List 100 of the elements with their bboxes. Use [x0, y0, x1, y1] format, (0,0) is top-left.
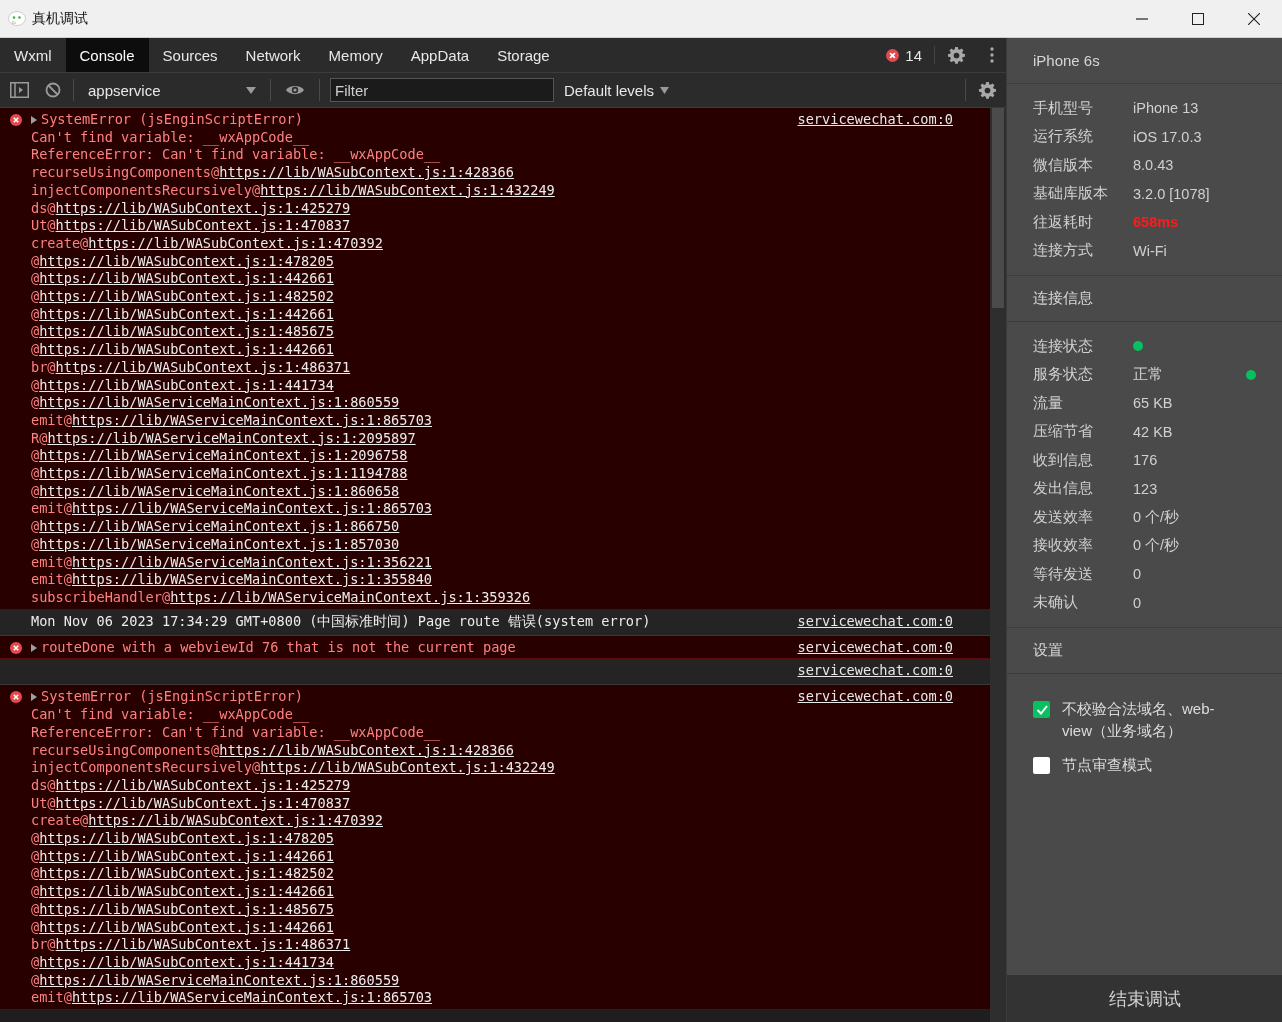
stack-link[interactable]: https://lib/WASubContext.js:1:432249: [260, 181, 555, 200]
stack-link[interactable]: https://lib/WASubContext.js:1:470392: [88, 234, 383, 253]
stack-link[interactable]: https://lib/WASubContext.js:1:425279: [55, 776, 351, 795]
stack-link[interactable]: https://lib/WAServiceMainContext.js:1:1194788: [39, 465, 408, 483]
function-name: br@: [31, 936, 56, 954]
scrollbar-thumb[interactable]: [992, 108, 1004, 308]
eye-icon[interactable]: [285, 83, 305, 97]
source-link[interactable]: servicewechat.com:0: [797, 638, 953, 657]
stack-link[interactable]: https://lib/WASubContext.js:1:428366: [219, 164, 514, 182]
function-name: emit@: [31, 553, 72, 572]
tab[interactable]: Console: [65, 38, 149, 72]
source-link[interactable]: servicewechat.com:0: [797, 662, 953, 681]
source-link[interactable]: servicewechat.com:0: [797, 111, 953, 129]
stack-link[interactable]: https://lib/WASubContext.js:1:442661: [39, 270, 334, 289]
stack-link[interactable]: https://lib/WASubContext.js:1:442661: [39, 847, 334, 866]
source-link[interactable]: servicewechat.com:0: [797, 688, 953, 707]
tab[interactable]: Storage: [483, 38, 564, 72]
stack-link[interactable]: https://lib/WASubContext.js:1:470837: [55, 794, 351, 813]
function-name: @: [31, 323, 40, 342]
more-menu-icon[interactable]: [990, 47, 994, 63]
info-value: 0: [1133, 594, 1142, 611]
stack-link[interactable]: https://lib/WAServiceMainContext.js:1:356221: [71, 553, 433, 572]
stack-link[interactable]: https://lib/WASubContext.js:1:486371: [55, 358, 351, 377]
expand-arrow-icon[interactable]: [31, 115, 38, 124]
stack-link[interactable]: https://lib/WASubContext.js:1:432249: [260, 759, 555, 777]
stack-link[interactable]: https://lib/WAServiceMainContext.js:1:860559: [39, 971, 400, 990]
tab[interactable]: Sources: [148, 38, 232, 72]
close-icon: [1248, 12, 1260, 25]
stack-link[interactable]: https://lib/WAServiceMainContext.js:1:865703: [71, 500, 433, 519]
function-name: create@: [31, 234, 89, 253]
settings-icon[interactable]: [947, 45, 966, 65]
stack-link[interactable]: https://lib/WASubContext.js:1:442661: [39, 305, 334, 324]
info-value: Wi-Fi: [1133, 242, 1167, 259]
stack-link[interactable]: https://lib/WAServiceMainContext.js:1:2096758: [39, 447, 408, 466]
context-select[interactable]: appservice: [80, 76, 264, 104]
log-message: SystemError (jsEnginScriptError): [41, 688, 303, 707]
stack-link[interactable]: https://lib/WASubContext.js:1:478205: [39, 252, 334, 271]
stack-link[interactable]: https://lib/WAServiceMainContext.js:1:857030: [39, 535, 400, 554]
stack-link[interactable]: https://lib/WAServiceMainContext.js:1:860559: [39, 394, 400, 412]
sidebar-toggle-icon[interactable]: [10, 82, 29, 98]
levels-dropdown[interactable]: Default levels: [564, 81, 670, 99]
tab[interactable]: Memory: [314, 38, 397, 72]
filter-field[interactable]: Filter: [330, 78, 554, 102]
stack-link[interactable]: https://lib/WAServiceMainContext.js:1:355840: [71, 571, 433, 589]
stack-link[interactable]: https://lib/WASubContext.js:1:478205: [39, 830, 334, 848]
function-name: @: [31, 465, 40, 483]
tab[interactable]: AppData: [396, 38, 484, 72]
settings-icon[interactable]: [978, 80, 997, 100]
stack-link[interactable]: https://lib/WASubContext.js:1:442661: [39, 918, 334, 937]
tab[interactable]: Wxml: [0, 38, 66, 72]
stack-link[interactable]: https://lib/WASubContext.js:1:441734: [39, 376, 334, 395]
stack-link[interactable]: https://lib/WAServiceMainContext.js:1:359326: [170, 589, 531, 607]
checkbox-label: 不校验合法域名、web-view（业务域名）: [1062, 699, 1216, 741]
info-label: 发送效率: [1033, 507, 1094, 527]
clear-console-icon[interactable]: [45, 82, 61, 98]
function-name: emit@: [31, 989, 72, 1008]
scrollbar[interactable]: [990, 108, 1006, 1022]
checkbox[interactable]: [1033, 757, 1050, 774]
stack-link[interactable]: https://lib/WASubContext.js:1:482502: [39, 288, 334, 306]
stack-link[interactable]: https://lib/WASubContext.js:1:486371: [55, 936, 351, 954]
stack-link[interactable]: https://lib/WASubContext.js:1:485675: [39, 900, 334, 919]
function-name: @: [31, 918, 40, 937]
function-name: @: [31, 447, 40, 466]
info-value: 8.0.43: [1133, 157, 1174, 174]
source-link[interactable]: servicewechat.com:0: [797, 612, 953, 631]
info-value: 65 KB: [1133, 395, 1173, 412]
stack-link[interactable]: https://lib/WASubContext.js:1:441734: [39, 953, 334, 972]
function-name: Ut@: [31, 217, 56, 235]
info-value: 0 个/秒: [1133, 507, 1180, 527]
error-text: ReferenceError: Can't find variable: __wxAppCode__: [31, 723, 442, 742]
checkbox[interactable]: [1033, 701, 1050, 718]
stack-link[interactable]: https://lib/WASubContext.js:1:442661: [39, 341, 334, 359]
function-name: @: [31, 252, 40, 271]
expand-arrow-icon[interactable]: [31, 643, 38, 652]
error-count: 14: [905, 46, 922, 64]
stack-link[interactable]: https://lib/WASubContext.js:1:482502: [39, 865, 334, 884]
stack-link[interactable]: https://lib/WASubContext.js:1:470392: [88, 812, 383, 830]
end-debug-button[interactable]: 结束调试: [1007, 975, 1282, 1022]
tab[interactable]: Network: [231, 38, 315, 72]
info-value: 658ms: [1133, 214, 1179, 231]
stack-link[interactable]: https://lib/WASubContext.js:1:442661: [39, 883, 334, 901]
stack-link[interactable]: https://lib/WASubContext.js:1:425279: [55, 199, 351, 218]
stack-link[interactable]: https://lib/WAServiceMainContext.js:1:866750: [39, 518, 400, 536]
stack-link[interactable]: https://lib/WAServiceMainContext.js:1:2095897: [47, 429, 416, 448]
stack-link[interactable]: https://lib/WASubContext.js:1:470837: [55, 217, 351, 235]
function-name: Ut@: [31, 794, 56, 813]
expand-arrow-icon[interactable]: [31, 693, 38, 702]
log-message: SystemError (jsEnginScriptError): [41, 111, 303, 129]
info-label: 压缩节省: [1033, 422, 1094, 442]
function-name: @: [31, 518, 40, 536]
function-name: @: [31, 535, 40, 554]
stack-link[interactable]: https://lib/WAServiceMainContext.js:1:865703: [71, 411, 433, 430]
stack-link[interactable]: https://lib/WAServiceMainContext.js:1:860658: [39, 482, 400, 501]
stack-link[interactable]: https://lib/WASubContext.js:1:428366: [219, 741, 514, 760]
info-label: 运行系统: [1033, 127, 1094, 147]
stack-link[interactable]: https://lib/WASubContext.js:1:485675: [39, 323, 334, 342]
info-label: 发出信息: [1033, 479, 1094, 499]
function-name: @: [31, 376, 40, 395]
stack-link[interactable]: https://lib/WAServiceMainContext.js:1:865703: [71, 989, 433, 1008]
section-title: 连接信息: [1007, 276, 1282, 322]
